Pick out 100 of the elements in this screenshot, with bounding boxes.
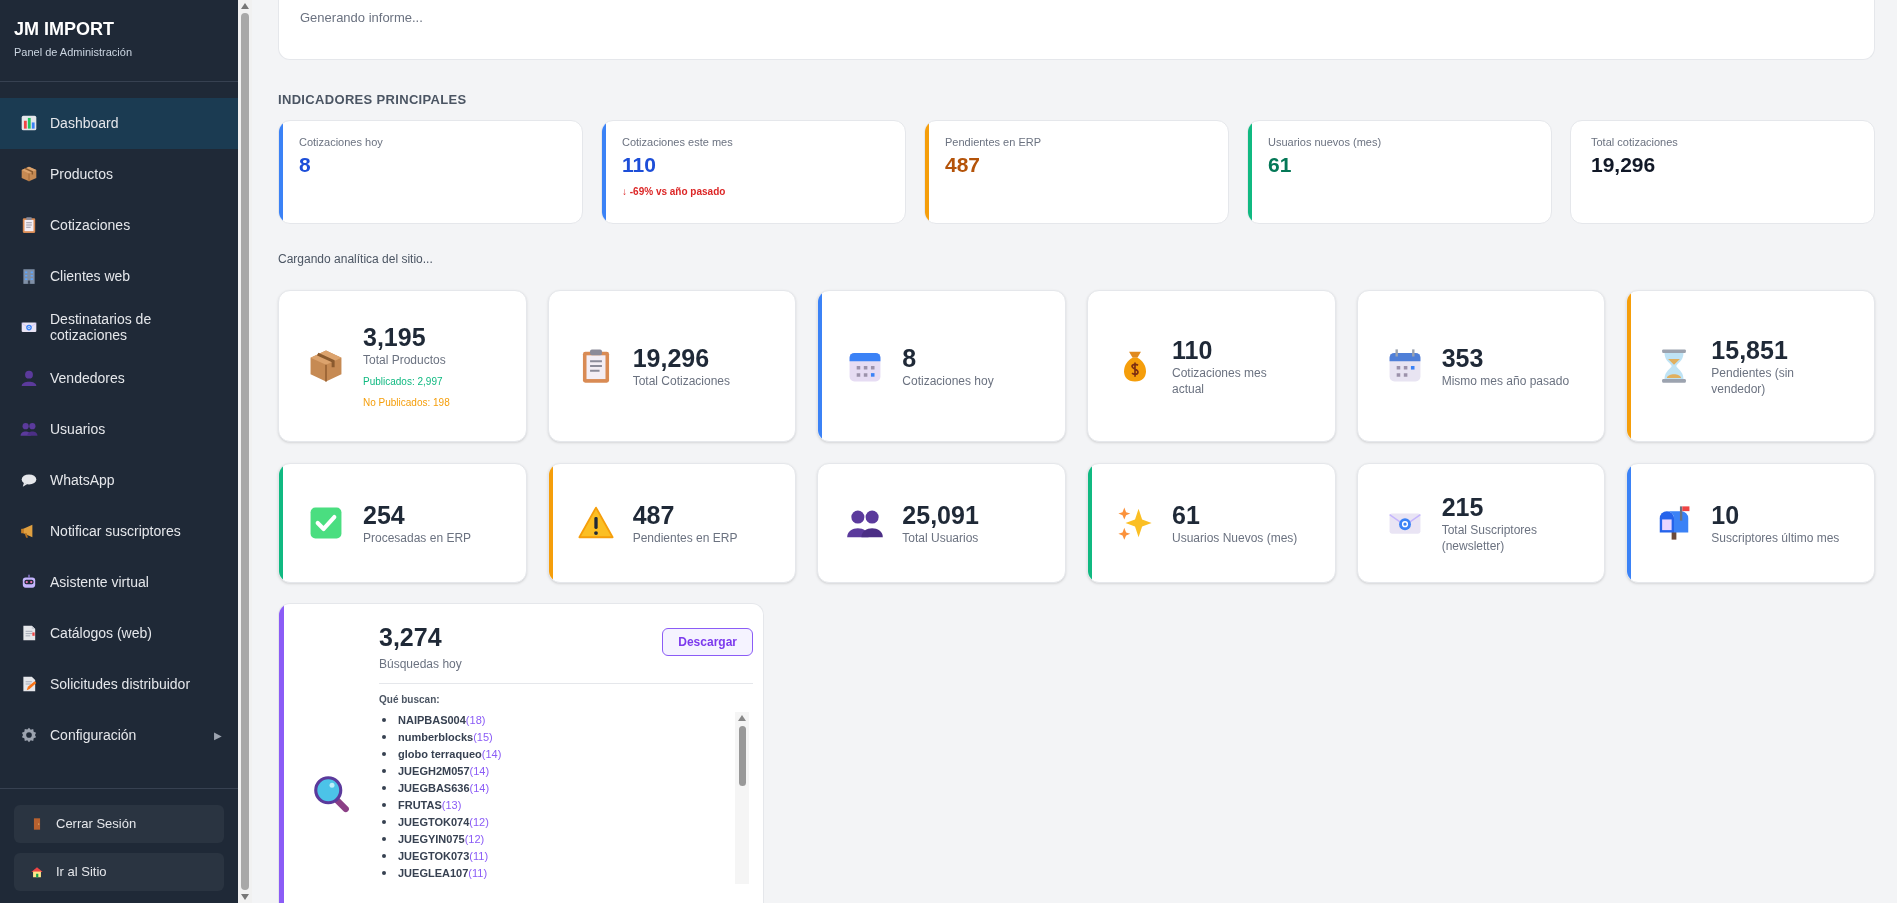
search-term: numberblocks [398, 729, 474, 745]
nav-label: WhatsApp [50, 472, 116, 488]
stat-value: 10 [1711, 499, 1741, 530]
people-icon [20, 420, 38, 438]
search-term: JUEGBAS636 [398, 780, 470, 796]
stat-subtext: Publicados: 2,997 [363, 374, 444, 389]
scrollbar-thumb[interactable] [241, 13, 249, 890]
house-icon [30, 865, 44, 879]
stat-value: 353 [1441, 342, 1485, 373]
stat-value: 3,195 [363, 321, 427, 352]
nav-label: Asistente virtual [50, 574, 150, 590]
kpi-value: 19,296 [1591, 152, 1657, 178]
nav-item[interactable]: Productos [0, 148, 238, 200]
bullet-icon [382, 871, 386, 875]
nav-item[interactable]: Vendedores [0, 352, 238, 404]
stat-value: 8 [902, 342, 918, 373]
stat-label: Mismo mes año pasado [1441, 372, 1571, 389]
nav-item[interactable]: Cotizaciones [0, 199, 238, 251]
download-button[interactable]: Descargar [662, 627, 753, 656]
search-term: JUEGYIN075 [398, 831, 465, 847]
stat-label: Cotizaciones mes actual [1172, 364, 1268, 397]
scrollbar-thumb[interactable] [738, 725, 746, 786]
bullet-icon [382, 803, 386, 807]
kpi-label: Usuarios nuevos (mes) [1268, 134, 1382, 150]
search-count: (14) [481, 746, 502, 762]
stat-label: Pendientes en ERP [632, 529, 739, 546]
nav-label: Destinatarios de cotizaciones [50, 311, 153, 343]
bullet-icon [382, 752, 386, 756]
person-icon [20, 369, 38, 387]
sidebar-button[interactable]: Cerrar Sesión [14, 805, 224, 843]
scrollbar[interactable] [238, 0, 252, 903]
nav-label: Usuarios [50, 421, 107, 437]
search-count: (12) [469, 814, 489, 830]
nav-label: Dashboard [50, 115, 120, 131]
speech-bubble-icon [20, 471, 38, 489]
stat-value: 15,851 [1711, 334, 1789, 365]
nav-item[interactable]: Notificar suscriptores [0, 505, 238, 557]
stat-label: Suscriptores último mes [1711, 529, 1841, 546]
stat-subtext: No Publicados: 198 [363, 395, 451, 410]
nav-item[interactable]: WhatsApp [0, 454, 238, 506]
analytics-status: Cargando analítica del sitio... [278, 250, 434, 268]
nav-item[interactable]: Catálogos (web) [0, 607, 238, 659]
bullet-icon [382, 820, 386, 824]
section-heading: INDICADORES PRINCIPALES [278, 91, 468, 109]
submenu-arrow: ▶ [214, 728, 222, 743]
document-icon [20, 624, 38, 642]
search-term: FRUTAS [398, 797, 442, 813]
stat-label: Búsquedas hoy [379, 655, 462, 673]
search-term: JUEGTOK073 [398, 848, 470, 864]
kpi-label: Total cotizaciones [1591, 134, 1678, 150]
scroll-down-icon[interactable] [241, 894, 249, 900]
search-count: (18) [465, 712, 486, 728]
kpi-label: Cotizaciones hoy [299, 134, 383, 150]
stat-label: Usuarios Nuevos (mes) [1172, 529, 1299, 546]
stat-label: Total Cotizaciones [632, 372, 732, 389]
nav-item[interactable]: Destinatarios de cotizaciones [0, 301, 238, 353]
bullet-icon [382, 837, 386, 841]
search-count: (14) [469, 780, 490, 796]
search-count: (12) [464, 831, 485, 847]
nav-label: Clientes web [50, 268, 132, 284]
nav-label: Solicitudes distribuidor [50, 676, 192, 692]
nav-label: Notificar suscriptores [50, 523, 182, 539]
sidebar-button[interactable]: Ir al Sitio [14, 853, 224, 891]
app-title: JM IMPORT [14, 18, 115, 40]
nav-item[interactable]: Configuración ▶ [0, 709, 238, 761]
document-pencil-icon [20, 675, 38, 693]
stat-value: 215 [1441, 491, 1485, 522]
nav-label: Catálogos (web) [50, 625, 153, 641]
stat-value: 61 [1172, 499, 1201, 530]
search-term: NAIPBAS004 [398, 712, 466, 728]
nav-item[interactable]: Asistente virtual [0, 556, 238, 608]
kpi-value: 110 [622, 152, 657, 178]
report-status: Generando informe... [300, 9, 424, 27]
bar-chart-icon [20, 114, 38, 132]
search-term: JUEGH2M057 [398, 763, 470, 779]
scrollbar[interactable] [735, 711, 749, 884]
search-count: (11) [469, 848, 489, 864]
stat-value: 487 [632, 499, 676, 530]
search-term: globo terraqueo [398, 746, 482, 762]
stat-label: Total Suscriptores (newsletter) [1441, 521, 1539, 554]
nav-item[interactable]: Clientes web [0, 250, 238, 302]
nav-label: Configuración [50, 727, 138, 743]
robot-icon [20, 573, 38, 591]
stat-value: 254 [363, 499, 406, 530]
nav-item[interactable]: Dashboard [0, 97, 238, 149]
stat-label: Procesadas en ERP [363, 529, 473, 546]
stat-value: 25,091 [902, 499, 980, 530]
app-subtitle: Panel de Administración [14, 45, 133, 60]
search-term: JUEGLEA107 [398, 865, 469, 881]
stat-value: 3,274 [379, 621, 443, 652]
nav-label: Vendedores [50, 370, 126, 386]
kpi-value: 8 [299, 152, 312, 178]
stat-label: Total Usuarios [902, 529, 980, 546]
building-icon [20, 267, 38, 285]
search-count: (13) [441, 797, 462, 813]
scroll-up-icon[interactable] [241, 3, 249, 9]
nav-item[interactable]: Usuarios [0, 403, 238, 455]
stat-value: 110 [1172, 334, 1214, 365]
nav-item[interactable]: Solicitudes distribuidor [0, 658, 238, 710]
scroll-up-icon[interactable] [738, 714, 746, 721]
